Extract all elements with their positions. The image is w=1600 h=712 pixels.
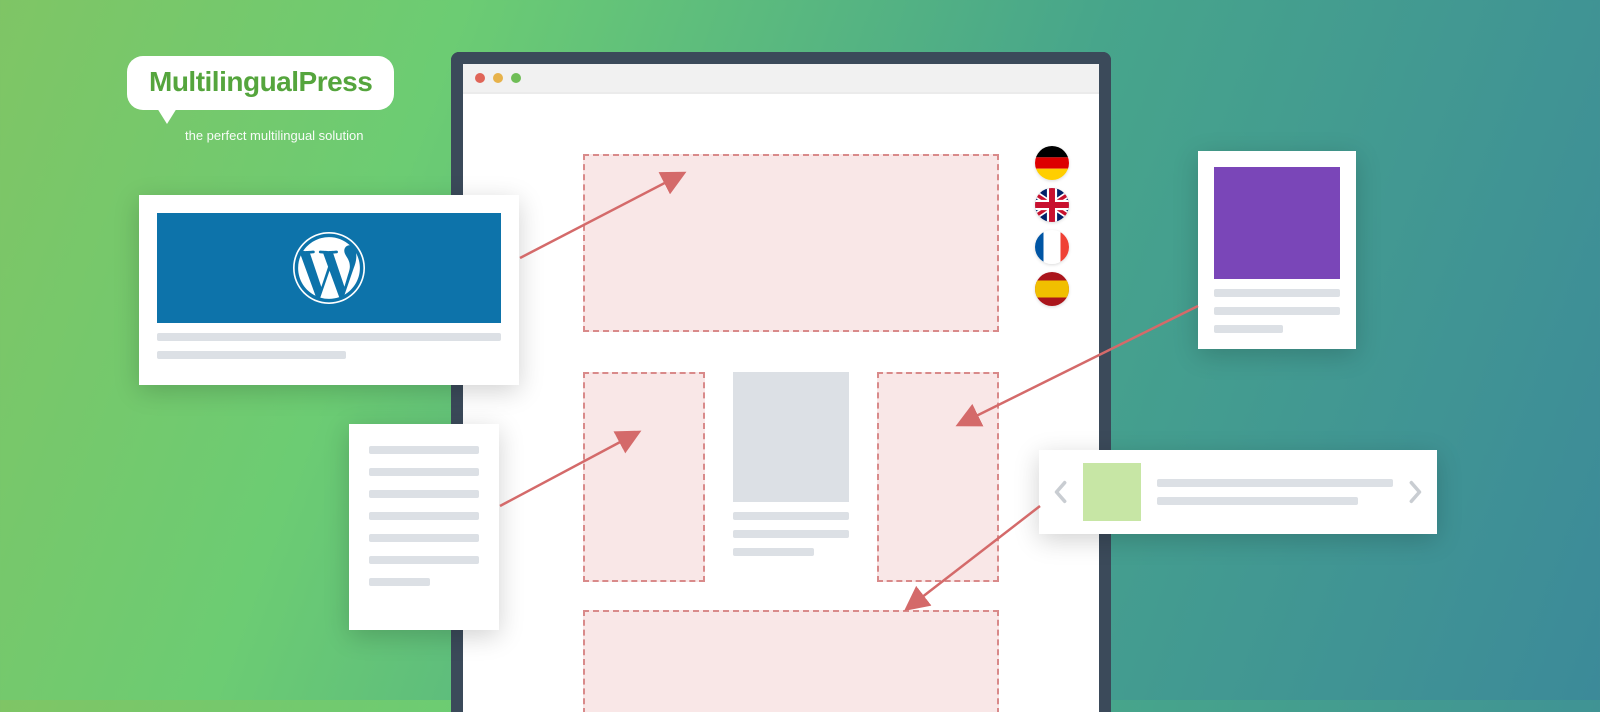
header-drop[interactable] [583, 154, 999, 332]
wordpress-logo-icon [157, 213, 501, 323]
logo-bubble: MultilingualPress [127, 56, 394, 110]
flag-uk-icon[interactable] [1035, 188, 1069, 222]
text-line [369, 446, 479, 454]
text-line [1214, 307, 1340, 315]
carousel-card[interactable] [1039, 450, 1437, 534]
text-line [1157, 479, 1393, 487]
text-line [1214, 289, 1340, 297]
flag-spain-icon[interactable] [1035, 272, 1069, 306]
text-line [733, 530, 849, 538]
logo: MultilingualPress the perfect multilingu… [127, 56, 394, 143]
text-line [369, 490, 479, 498]
text-line [157, 351, 346, 359]
text-line [369, 468, 479, 476]
maximize-icon[interactable] [511, 73, 521, 83]
wordpress-card[interactable] [139, 195, 519, 385]
text-line [369, 556, 479, 564]
viewport [463, 94, 1099, 150]
language-switcher [1035, 146, 1069, 306]
placeholder-image-icon [733, 372, 849, 502]
minimize-icon[interactable] [493, 73, 503, 83]
text-line [369, 534, 479, 542]
text-document[interactable] [349, 424, 499, 630]
flag-germany-icon[interactable] [1035, 146, 1069, 180]
center-card [733, 372, 849, 582]
stage: MultilingualPress the perfect multilingu… [0, 0, 1600, 700]
brand-name: MultilingualPress [149, 66, 372, 97]
slider-thumb-icon [1083, 463, 1141, 521]
chevron-right-icon[interactable] [1409, 480, 1423, 504]
image-card[interactable] [1198, 151, 1356, 349]
tagline: the perfect multilingual solution [185, 128, 394, 143]
text-line [369, 512, 479, 520]
text-line [157, 333, 501, 341]
column-right-drop[interactable] [877, 372, 999, 582]
purple-swatch-icon [1214, 167, 1340, 279]
close-icon[interactable] [475, 73, 485, 83]
footer-drop[interactable] [583, 610, 999, 712]
text-line [733, 548, 814, 556]
slider-text [1157, 479, 1393, 505]
flag-france-icon[interactable] [1035, 230, 1069, 264]
text-line [1157, 497, 1358, 505]
text-line [733, 512, 849, 520]
window-titlebar [463, 64, 1099, 94]
text-line [369, 578, 430, 586]
browser-mock [451, 52, 1111, 712]
speech-tail-icon [157, 108, 177, 124]
chevron-left-icon[interactable] [1053, 480, 1067, 504]
column-left-drop[interactable] [583, 372, 705, 582]
text-line [1214, 325, 1283, 333]
